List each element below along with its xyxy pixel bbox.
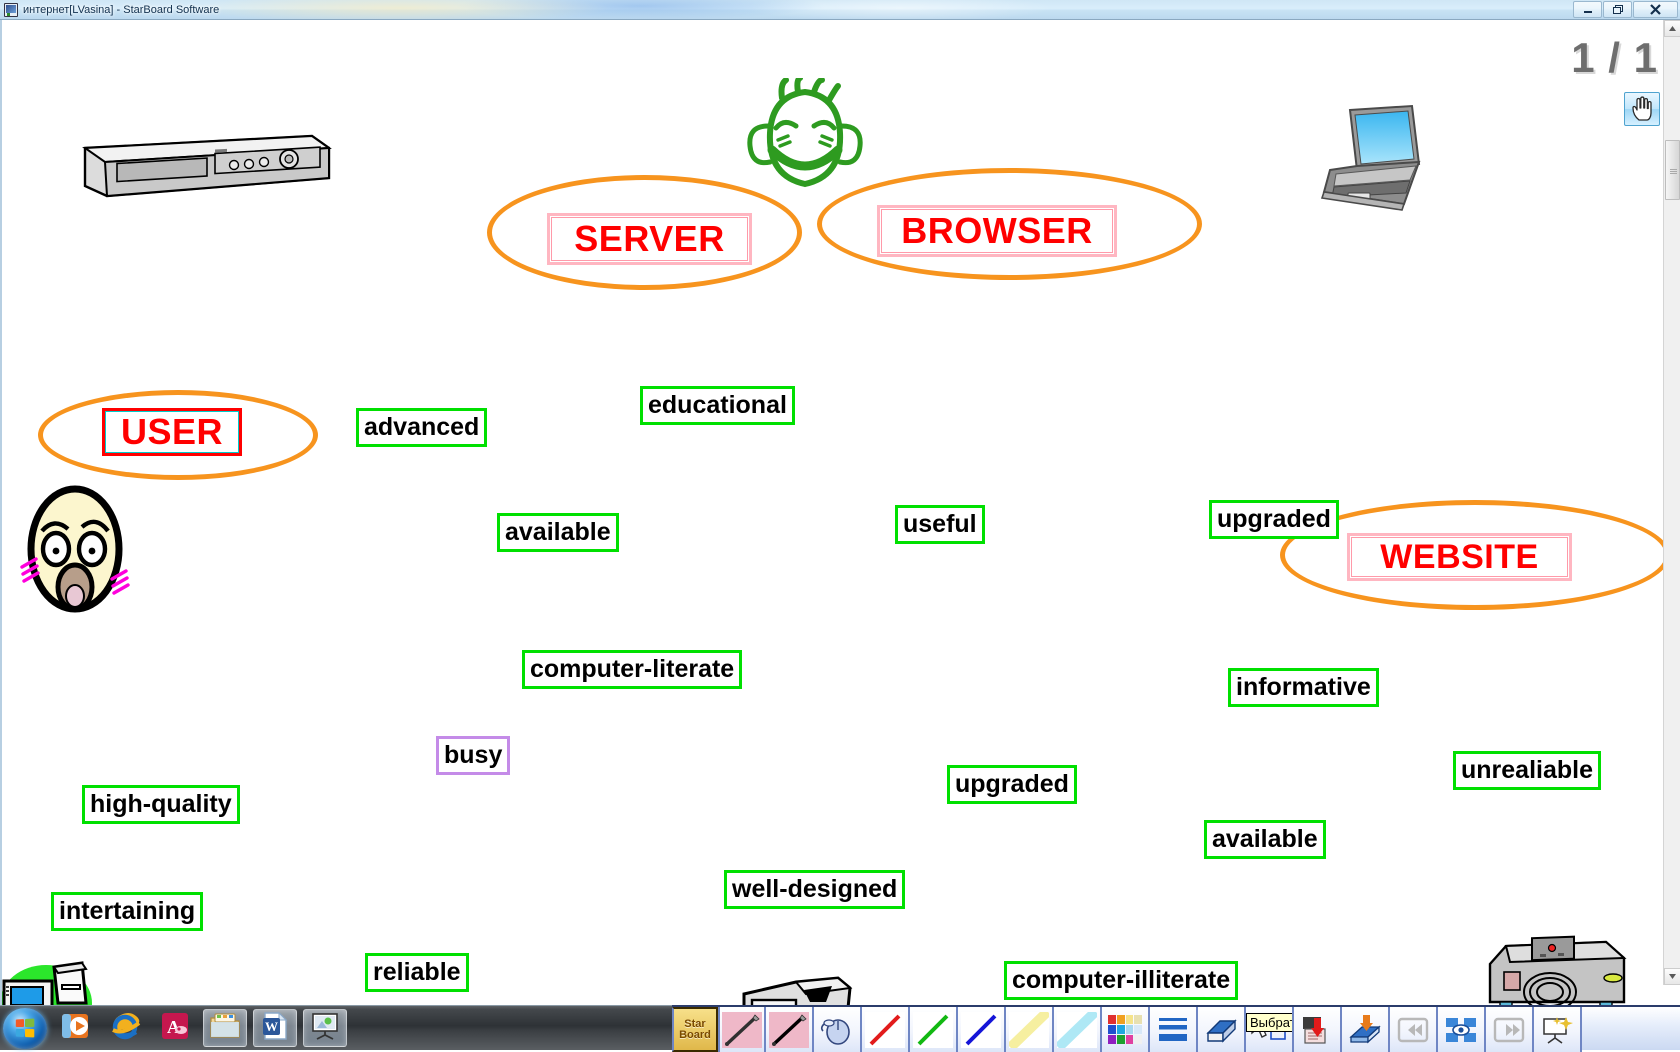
word-box[interactable]: educational: [640, 386, 795, 425]
toolbar-pen-black-tool[interactable]: [766, 1007, 814, 1052]
canvas-content-layer: SERVER BROWSER USER WEBSITE advanced educati…: [2, 20, 1680, 1005]
word-box[interactable]: available: [1204, 820, 1326, 859]
concept-label-user[interactable]: USER: [102, 408, 242, 456]
toolbar-pen-blue-tool[interactable]: [958, 1007, 1006, 1052]
toolbar-new-page-button[interactable]: [1534, 1007, 1582, 1052]
vcr-player-clipart: [77, 118, 332, 203]
printer-green-blob-clipart: [2, 945, 120, 1005]
title-bar: интернет[LVasina] - StarBoard Software: [0, 0, 1680, 20]
vertical-scroll-thumb[interactable]: [1665, 140, 1680, 200]
window-controls: [1572, 1, 1678, 18]
microsoft-access-icon: A: [160, 1011, 190, 1046]
word-box[interactable]: informative: [1228, 668, 1379, 707]
laptop-clipart: [1312, 92, 1442, 217]
starboard-tool-buttons: Выбрать: [718, 1007, 1582, 1052]
hand-cursor-tool-button[interactable]: [1624, 92, 1660, 126]
concept-label-browser[interactable]: BROWSER: [877, 205, 1117, 257]
scroll-up-button[interactable]: [1664, 20, 1680, 37]
toolbar-pen-green-tool[interactable]: [910, 1007, 958, 1052]
whiteboard-canvas[interactable]: SERVER BROWSER USER WEBSITE advanced educati…: [0, 20, 1680, 1005]
toolbar-pen-red-tool[interactable]: [862, 1007, 910, 1052]
toolbar-pen-black-thin-tool[interactable]: [718, 1007, 766, 1052]
toolbar-highlighter-cyan-tool[interactable]: [1054, 1007, 1102, 1052]
word-box[interactable]: available: [497, 513, 619, 552]
scroll-down-button[interactable]: [1664, 968, 1680, 985]
toolbar-previous-page-button[interactable]: [1390, 1007, 1438, 1052]
toolbar-next-page-button[interactable]: [1486, 1007, 1534, 1052]
minimize-button[interactable]: [1573, 1, 1602, 18]
file-explorer-icon: [209, 1012, 241, 1045]
start-button[interactable]: [3, 1007, 47, 1049]
toolbar-line-width-tool[interactable]: [1150, 1007, 1198, 1052]
select-tool-tooltip: Выбрать: [1246, 1013, 1292, 1032]
word-box[interactable]: computer-literate: [522, 650, 743, 689]
starboard-icon: [4, 2, 18, 17]
starboard-application-window: интернет[LVasina] - StarBoard Software S…: [0, 0, 1680, 1052]
word-box[interactable]: well-designed: [724, 870, 906, 909]
windows-media-player-icon: [60, 1011, 90, 1046]
toolbar-save-page-tool[interactable]: [1294, 1007, 1342, 1052]
word-box[interactable]: upgraded: [1209, 500, 1339, 539]
concept-label-server[interactable]: SERVER: [547, 213, 752, 265]
vertical-scrollbar[interactable]: [1663, 20, 1680, 985]
word-box[interactable]: reliable: [365, 953, 469, 992]
toolbar-eraser-tool[interactable]: [1198, 1007, 1246, 1052]
window-title: интернет[LVasina] - StarBoard Software: [23, 3, 220, 16]
taskbar-item-starboard-software[interactable]: [303, 1009, 347, 1047]
word-box[interactable]: intertaining: [51, 892, 204, 931]
word-box[interactable]: advanced: [356, 408, 488, 447]
close-button[interactable]: [1633, 1, 1678, 18]
starboard-logo-line1: Star: [684, 1017, 706, 1030]
desktop-computer-clipart: [740, 968, 885, 1005]
toolbar-import-tool[interactable]: [1342, 1007, 1390, 1052]
taskbar-item-file-explorer[interactable]: [203, 1009, 247, 1047]
concept-label-website[interactable]: WEBSITE: [1347, 533, 1572, 581]
word-box[interactable]: useful: [895, 505, 985, 544]
taskbar-item-microsoft-word[interactable]: W: [253, 1009, 297, 1047]
word-box[interactable]: upgraded: [947, 765, 1077, 804]
toolbar-color-palette-tool[interactable]: [1102, 1007, 1150, 1052]
word-box[interactable]: high-quality: [82, 785, 240, 824]
word-box[interactable]: computer-illiterate: [1004, 961, 1239, 1000]
toolbar-highlighter-yellow-tool[interactable]: [1006, 1007, 1054, 1052]
taskbar-item-internet-explorer[interactable]: [103, 1009, 147, 1047]
svg-text:W: W: [265, 1019, 278, 1034]
starboard-toolbar: Star Board Выбра: [672, 1005, 1680, 1052]
starboard-software-icon: [309, 1012, 341, 1045]
taskbar-item-windows-media-player[interactable]: [53, 1009, 97, 1047]
toolbar-select-tool[interactable]: Выбрать: [1246, 1007, 1294, 1052]
word-box[interactable]: unrealiable: [1453, 751, 1601, 790]
starboard-logo-button[interactable]: Star Board: [672, 1007, 718, 1052]
word-box[interactable]: busy: [436, 736, 511, 775]
microsoft-word-icon: W: [260, 1011, 290, 1046]
starboard-logo-line2: Board: [679, 1028, 711, 1041]
taskbar-item-microsoft-access[interactable]: A: [153, 1009, 197, 1047]
page-indicator: 1 / 1: [1571, 34, 1658, 81]
green-smiley-face-drawing: [730, 75, 880, 203]
restore-button[interactable]: [1603, 1, 1632, 18]
internet-explorer-icon: [109, 1011, 141, 1046]
projector-clipart: [1480, 928, 1630, 1005]
surprised-face-drawing: [20, 483, 130, 613]
taskbar-items: AW: [47, 1009, 347, 1047]
toolbar-page-view-button[interactable]: [1438, 1007, 1486, 1052]
toolbar-mouse-pointer-tool[interactable]: [814, 1007, 862, 1052]
